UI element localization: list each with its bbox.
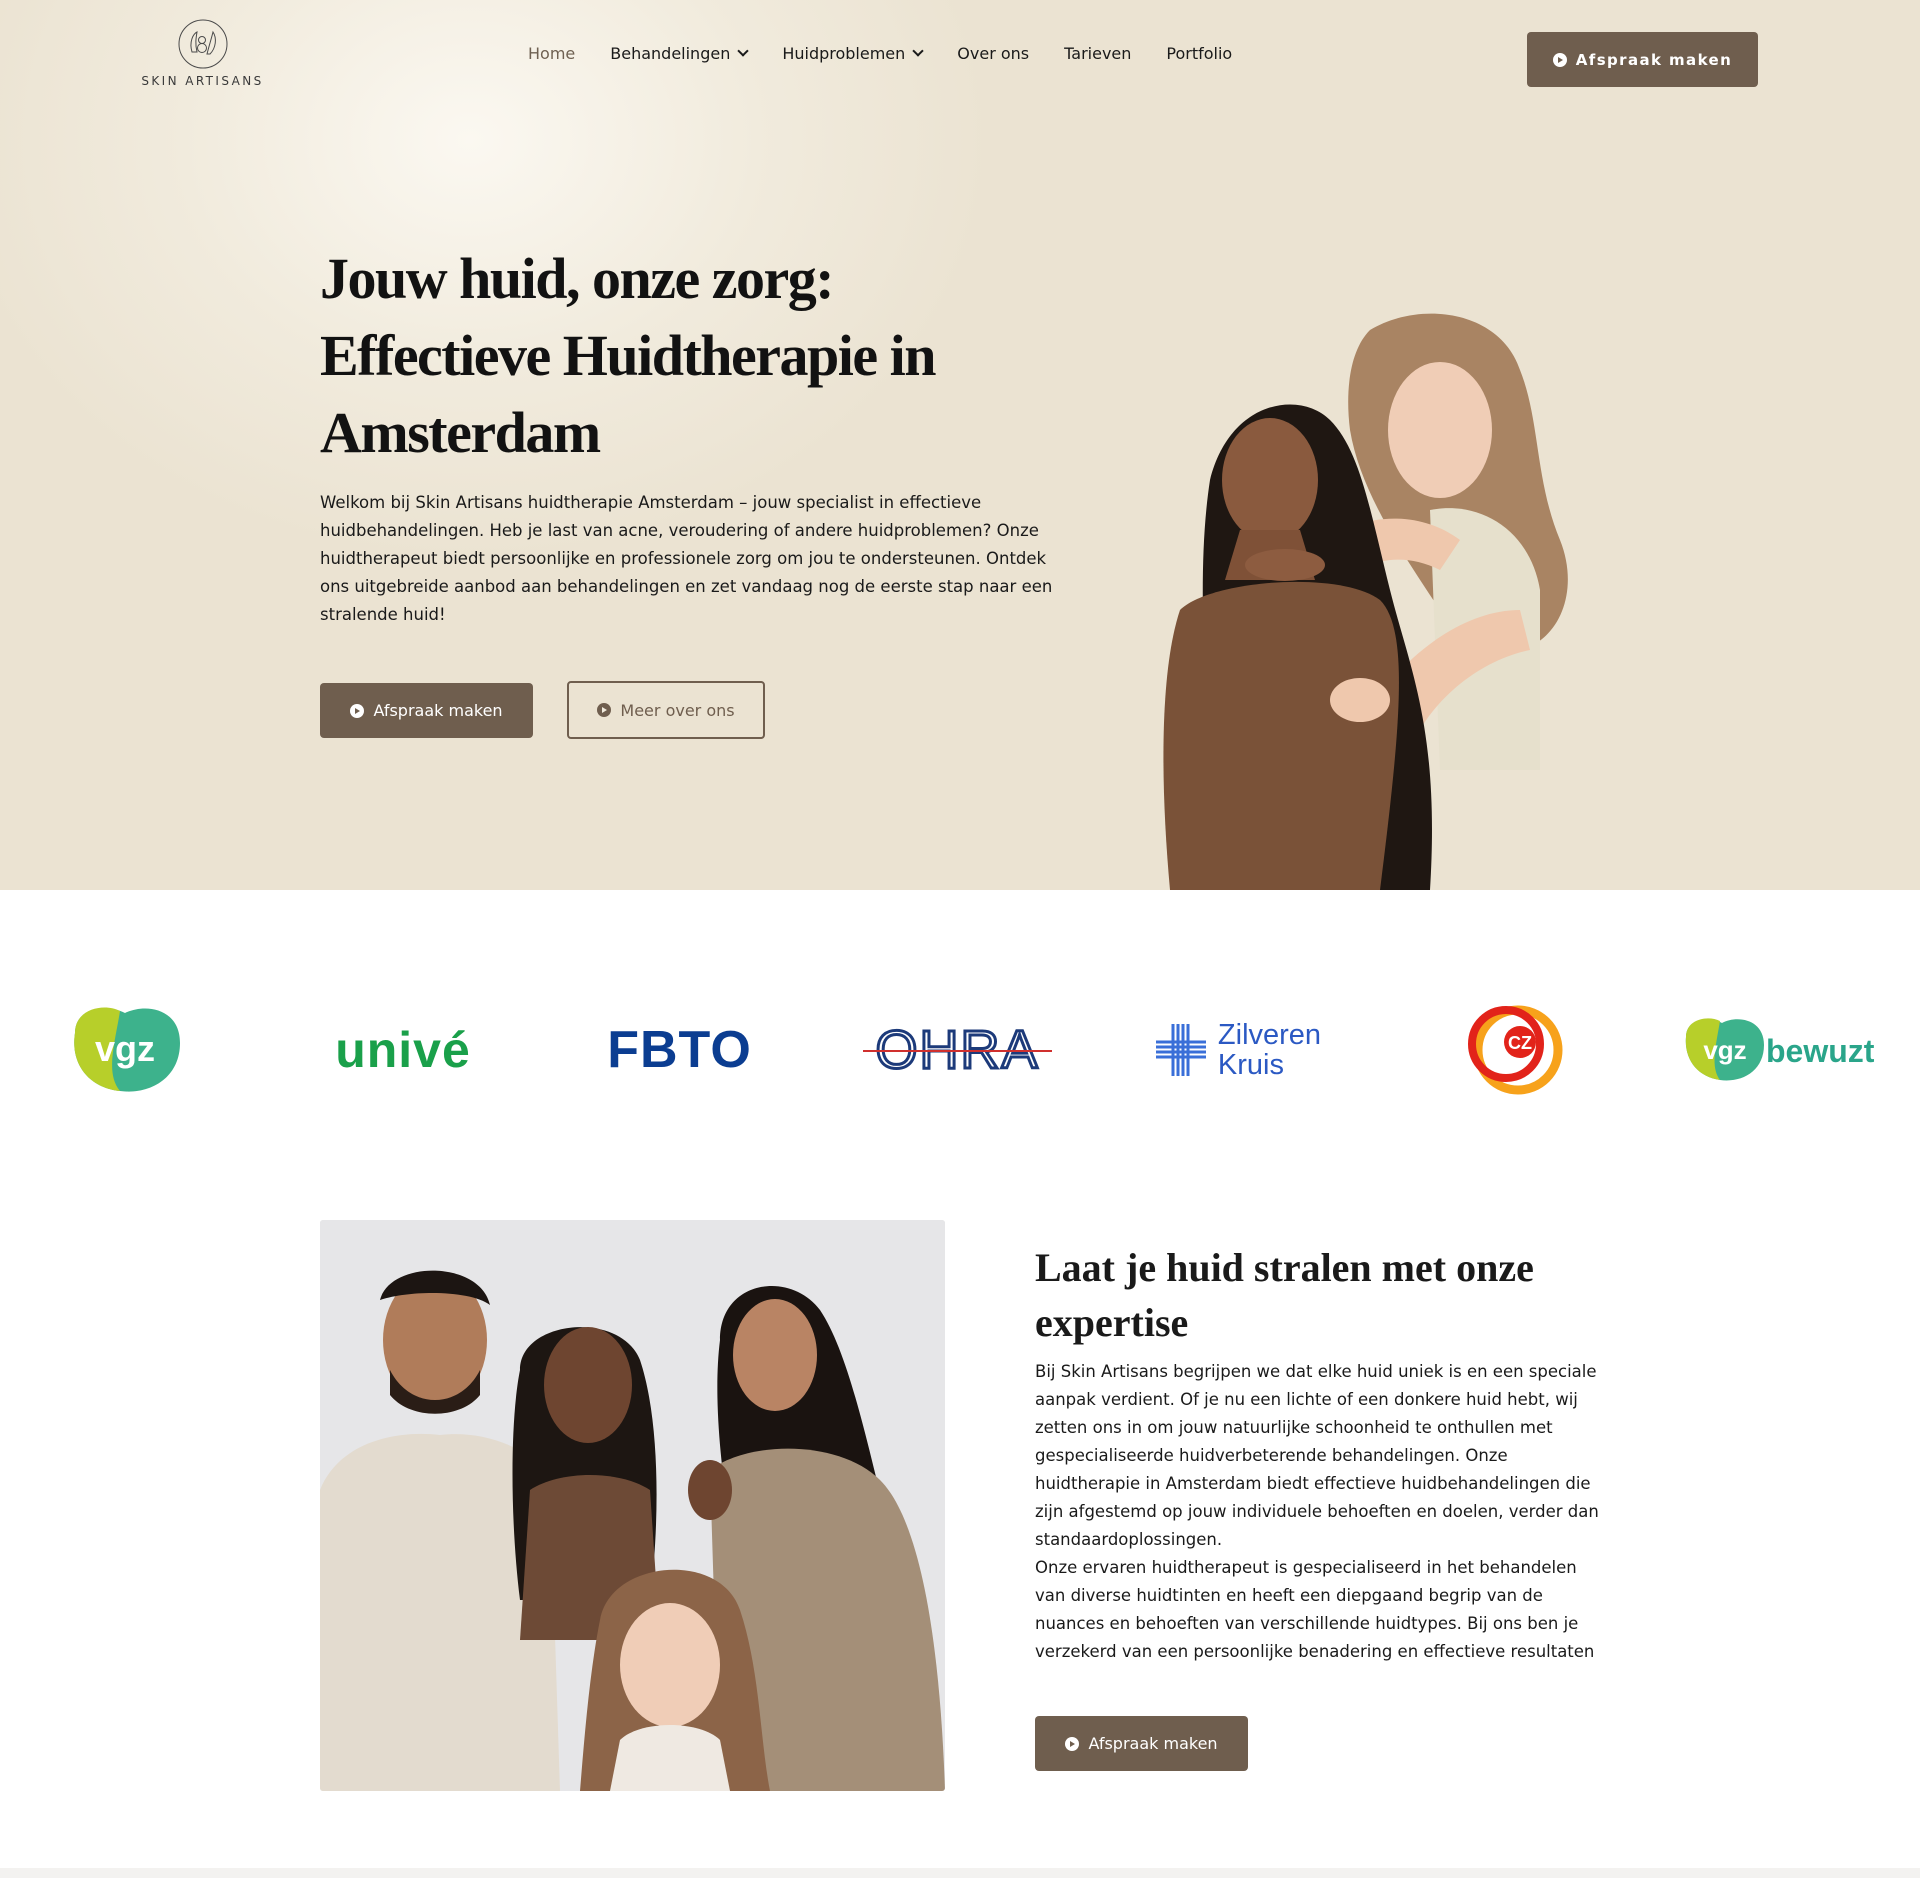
vgz-logo-icon: vgz bbox=[74, 1006, 180, 1092]
button-label: Afspraak maken bbox=[1088, 1734, 1218, 1753]
hero-title-line: Effectieve Huidtherapie in bbox=[320, 323, 937, 388]
hero-title-line: Jouw huid, onze zorg: bbox=[320, 246, 835, 311]
nav-label: Behandelingen bbox=[610, 44, 731, 63]
hero-description: Welkom bij Skin Artisans huidtherapie Am… bbox=[320, 493, 1053, 624]
nav-label: Over ons bbox=[957, 44, 1030, 63]
hero-section: SKIN ARTISANS Home Behandelingen Huidpro… bbox=[0, 0, 1920, 890]
nav-label: Home bbox=[528, 44, 576, 63]
chevron-down-icon bbox=[737, 45, 749, 57]
unive-logo: univé bbox=[318, 960, 488, 1140]
logo-mark-icon bbox=[178, 19, 227, 69]
vgz-bewuzt-icon: vgz bewuzt bbox=[1685, 1018, 1875, 1081]
about-appointment-button[interactable]: Afspraak maken bbox=[1035, 1716, 1248, 1771]
button-label: Afspraak maken bbox=[373, 701, 503, 720]
about-paragraph: Bij Skin Artisans begrijpen we dat elke … bbox=[1035, 1362, 1599, 1549]
arrow-circle-icon bbox=[350, 703, 365, 718]
about-description: Bij Skin Artisans begrijpen we dat elke … bbox=[1035, 1358, 1600, 1666]
about-title: Laat je huid stralen met onze expertise bbox=[1035, 1245, 1534, 1345]
button-label: Afspraak maken bbox=[1575, 50, 1733, 69]
vgz-text: vgz bbox=[95, 1028, 155, 1069]
hero-appointment-button[interactable]: Afspraak maken bbox=[320, 683, 533, 738]
cz-logo: CZ bbox=[1455, 960, 1570, 1140]
nav-label: Huidproblemen bbox=[782, 44, 906, 63]
nav-item-portfolio[interactable]: Portfolio bbox=[1166, 44, 1232, 63]
cz-text: CZ bbox=[1508, 1033, 1532, 1053]
fbto-logo: FBTO bbox=[597, 960, 762, 1140]
site-logo[interactable]: SKIN ARTISANS bbox=[140, 18, 265, 98]
nav-label: Portfolio bbox=[1166, 44, 1233, 63]
arrow-circle-icon bbox=[597, 703, 612, 717]
cross-icon bbox=[1155, 1024, 1206, 1076]
fbto-text: FBTO bbox=[607, 1021, 752, 1079]
nav-label: Tarieven bbox=[1064, 44, 1132, 63]
nav-item-home[interactable]: Home bbox=[528, 44, 575, 63]
vgz-text: vgz bbox=[1703, 1035, 1746, 1065]
button-label: Meer over ons bbox=[620, 700, 735, 720]
vgz-logo: vgz bbox=[60, 960, 190, 1140]
nav-item-behandelingen[interactable]: Behandelingen bbox=[610, 44, 749, 63]
group-photo bbox=[320, 1220, 945, 1791]
zilveren-text: Zilveren bbox=[1217, 1019, 1322, 1051]
chevron-down-icon bbox=[912, 45, 924, 57]
logo-text: SKIN ARTISANS bbox=[141, 74, 264, 88]
hero-title-line: Amsterdam bbox=[320, 400, 601, 465]
bewuzt-text: bewuzt bbox=[1766, 1033, 1875, 1069]
nav-item-tarieven[interactable]: Tarieven bbox=[1064, 44, 1131, 63]
ohra-logo: OHRA bbox=[863, 960, 1052, 1140]
insurer-logos: vgz univé FBTO OHRA Zilveren Kruis CZ vg… bbox=[0, 960, 1920, 1140]
vgz-bewuzt-logo: vgz bewuzt bbox=[1682, 960, 1902, 1140]
ohra-strike-line bbox=[863, 1050, 1052, 1052]
arrow-circle-icon bbox=[1065, 1736, 1080, 1751]
kruis-text: Kruis bbox=[1217, 1049, 1284, 1081]
arrow-circle-icon bbox=[1552, 52, 1567, 67]
main-nav: Home Behandelingen Huidproblemen Over on… bbox=[528, 44, 1267, 63]
hero-title: Jouw huid, onze zorg: Effectieve Huidthe… bbox=[320, 240, 1080, 471]
cz-logo-icon: CZ bbox=[1467, 1005, 1562, 1095]
unive-text: univé bbox=[335, 1022, 471, 1078]
hero-about-button[interactable]: Meer over ons bbox=[567, 681, 765, 739]
zilveren-kruis-logo: Zilveren Kruis bbox=[1150, 960, 1325, 1140]
hero-photo bbox=[1163, 313, 1568, 890]
about-paragraph: Onze ervaren huidtherapeut is gespeciali… bbox=[1035, 1558, 1595, 1661]
footer-divider bbox=[0, 1868, 1920, 1878]
header-appointment-button[interactable]: Afspraak maken bbox=[1527, 32, 1758, 87]
nav-item-huidproblemen[interactable]: Huidproblemen bbox=[782, 44, 924, 63]
nav-item-over-ons[interactable]: Over ons bbox=[957, 44, 1029, 63]
group-photo-image bbox=[320, 1220, 945, 1791]
